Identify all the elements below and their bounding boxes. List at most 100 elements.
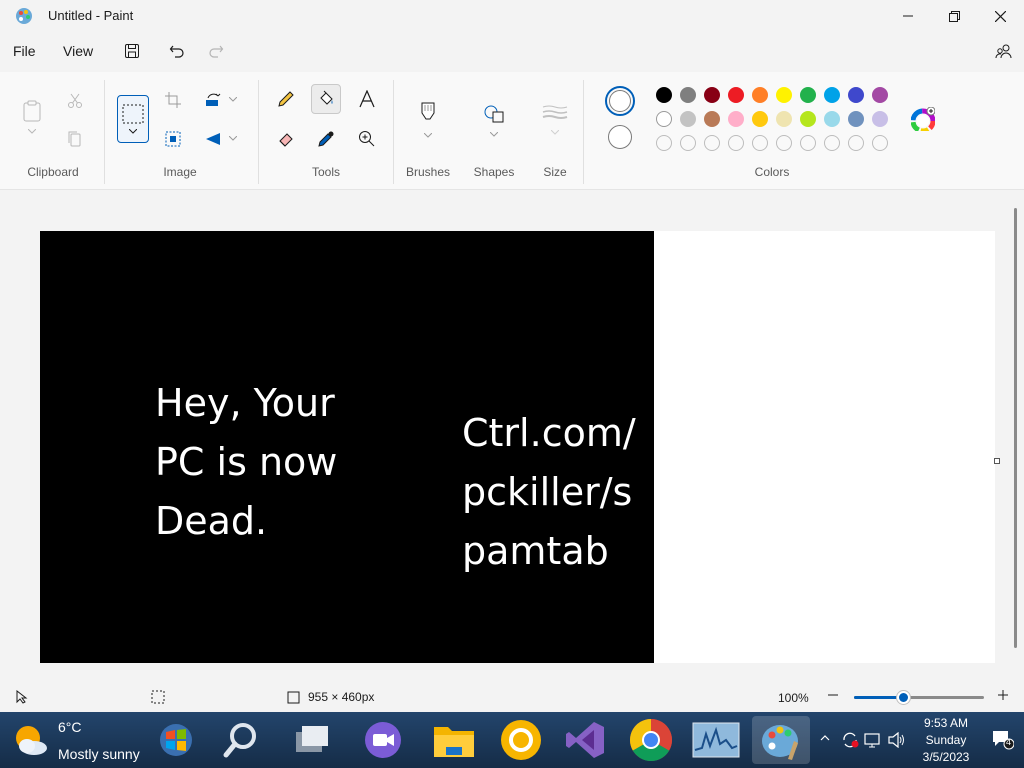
- visual-studio-button[interactable]: [560, 716, 612, 764]
- color-swatch[interactable]: [728, 87, 744, 103]
- canvas-workspace[interactable]: Hey, Your PC is now Dead. Ctrl.com/ pcki…: [0, 190, 1024, 668]
- close-button[interactable]: [977, 0, 1023, 32]
- size-button[interactable]: [539, 98, 571, 142]
- custom-color-slot[interactable]: [704, 135, 720, 151]
- account-button[interactable]: [994, 41, 1014, 61]
- fill-button[interactable]: [311, 84, 341, 114]
- select-button[interactable]: [117, 95, 149, 143]
- sync-status-icon[interactable]: [841, 732, 859, 751]
- zoom-slider[interactable]: [854, 691, 984, 704]
- zoom-out-button[interactable]: [826, 688, 840, 702]
- weather-description[interactable]: Mostly sunny: [58, 746, 140, 762]
- chevron-up-icon: [820, 735, 830, 741]
- color-swatch[interactable]: [656, 111, 672, 127]
- color-swatch[interactable]: [656, 87, 672, 103]
- secondary-color-button[interactable]: [608, 125, 632, 149]
- flip-dropdown[interactable]: [227, 133, 239, 145]
- color-swatch[interactable]: [728, 111, 744, 127]
- color-swatch[interactable]: [680, 87, 696, 103]
- clock-day: Sunday: [925, 733, 967, 747]
- color-swatch[interactable]: [776, 87, 792, 103]
- canvas-resize-handle[interactable]: [994, 458, 1000, 464]
- color-swatch[interactable]: [848, 111, 864, 127]
- teams-chat-button[interactable]: [357, 716, 409, 764]
- custom-color-slot[interactable]: [776, 135, 792, 151]
- pencil-button[interactable]: [274, 87, 298, 111]
- custom-color-slot[interactable]: [656, 135, 672, 151]
- color-swatch[interactable]: [752, 111, 768, 127]
- colors-group-label: Colors: [754, 165, 790, 179]
- color-swatch[interactable]: [848, 87, 864, 103]
- paint-taskbar-button[interactable]: [752, 716, 810, 764]
- brushes-button[interactable]: [414, 94, 442, 146]
- magnifier-button[interactable]: [355, 127, 379, 151]
- volume-icon[interactable]: [888, 731, 906, 751]
- color-swatch[interactable]: [800, 111, 816, 127]
- color-swatch[interactable]: [872, 87, 888, 103]
- crop-button[interactable]: [162, 89, 184, 111]
- notifications-button[interactable]: 4: [992, 730, 1015, 753]
- maximize-button[interactable]: [931, 0, 977, 32]
- text-button[interactable]: [355, 87, 379, 111]
- resize-button[interactable]: [162, 128, 184, 150]
- canvas-dimensions: 955 × 460px: [308, 690, 375, 704]
- cut-button[interactable]: [64, 90, 86, 112]
- search-button[interactable]: [215, 716, 267, 764]
- chevron-down-icon: [129, 128, 137, 134]
- browser-yellow-button[interactable]: [495, 716, 547, 764]
- chevron-down-icon: [424, 133, 432, 138]
- minimize-button[interactable]: [885, 0, 931, 32]
- vertical-scrollbar[interactable]: [1014, 208, 1017, 648]
- system-clock[interactable]: 9:53 AM Sunday 3/5/2023: [916, 715, 976, 766]
- edit-colors-button[interactable]: [910, 106, 936, 132]
- canvas-text-url[interactable]: Ctrl.com/ pckiller/s pamtab: [462, 404, 636, 581]
- zoom-percent[interactable]: 100%: [778, 691, 809, 705]
- performance-monitor-button[interactable]: [690, 716, 742, 764]
- ribbon-separator: [104, 80, 105, 184]
- chrome-button[interactable]: [625, 716, 677, 764]
- color-swatch[interactable]: [704, 87, 720, 103]
- eraser-button[interactable]: [274, 127, 298, 151]
- zoom-slider-thumb[interactable]: [897, 691, 911, 704]
- custom-color-slot[interactable]: [752, 135, 768, 151]
- undo-button[interactable]: [167, 41, 187, 61]
- copy-button[interactable]: [64, 128, 86, 150]
- custom-color-slot[interactable]: [728, 135, 744, 151]
- rotate-dropdown[interactable]: [227, 94, 239, 106]
- custom-color-slot[interactable]: [872, 135, 888, 151]
- redo-button[interactable]: [206, 41, 226, 61]
- custom-color-slot[interactable]: [800, 135, 816, 151]
- zoom-in-button[interactable]: [996, 688, 1010, 702]
- color-swatch[interactable]: [800, 87, 816, 103]
- color-swatch[interactable]: [704, 111, 720, 127]
- file-explorer-button[interactable]: [428, 716, 480, 764]
- color-swatch[interactable]: [872, 111, 888, 127]
- color-swatch[interactable]: [824, 111, 840, 127]
- start-button[interactable]: [150, 716, 202, 764]
- color-picker-button[interactable]: [314, 127, 338, 151]
- weather-widget[interactable]: [8, 720, 52, 760]
- color-swatch[interactable]: [680, 111, 696, 127]
- save-button[interactable]: [122, 41, 142, 61]
- ribbon-separator: [258, 80, 259, 184]
- canvas-text-message[interactable]: Hey, Your PC is now Dead.: [155, 374, 337, 551]
- network-icon[interactable]: [864, 732, 882, 751]
- custom-color-slot[interactable]: [824, 135, 840, 151]
- color-swatch[interactable]: [776, 111, 792, 127]
- show-hidden-icons[interactable]: [820, 730, 830, 745]
- rotate-button[interactable]: [202, 89, 224, 111]
- file-menu[interactable]: File: [13, 43, 36, 59]
- paste-dropdown[interactable]: [24, 126, 40, 138]
- primary-color-button[interactable]: [605, 86, 635, 116]
- weather-temperature[interactable]: 6°C: [58, 719, 82, 735]
- shapes-button[interactable]: [480, 96, 508, 146]
- view-menu[interactable]: View: [63, 43, 93, 59]
- color-swatch[interactable]: [824, 87, 840, 103]
- flip-button[interactable]: [202, 128, 224, 150]
- color-swatch[interactable]: [752, 87, 768, 103]
- chevron-down-icon: [229, 136, 237, 141]
- custom-color-slot[interactable]: [848, 135, 864, 151]
- task-view-button[interactable]: [286, 716, 338, 764]
- paste-button[interactable]: [19, 98, 45, 124]
- custom-color-slot[interactable]: [680, 135, 696, 151]
